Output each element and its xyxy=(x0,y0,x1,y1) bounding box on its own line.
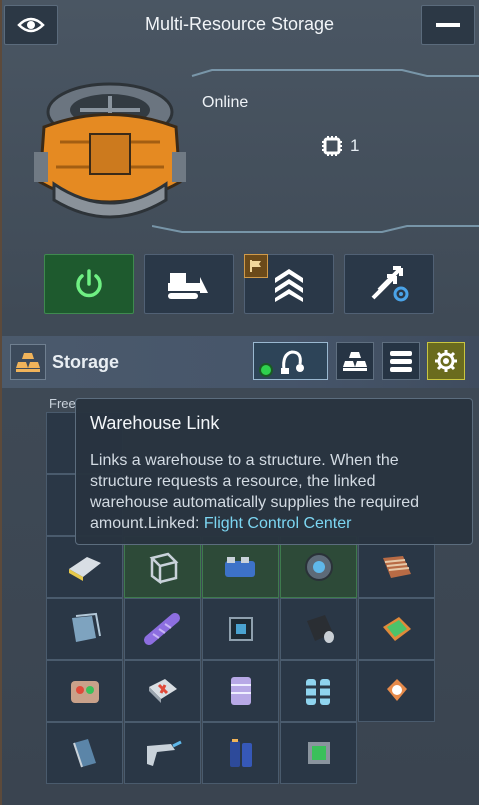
resource-slot[interactable] xyxy=(124,536,201,598)
resource-slot[interactable] xyxy=(358,536,435,598)
storage-label: Storage xyxy=(52,352,120,372)
link-active-indicator xyxy=(261,365,271,375)
free-slots-label: Free xyxy=(49,396,76,411)
flag-icon xyxy=(250,260,261,272)
upgrade-button[interactable] xyxy=(244,254,334,314)
decorative-frame-lines xyxy=(152,69,479,233)
storage-settings-button[interactable] xyxy=(427,342,465,380)
upgrade-flag-badge xyxy=(244,254,268,278)
chip-icon xyxy=(322,136,342,156)
frame-cube-icon xyxy=(149,552,178,584)
resource-slot[interactable] xyxy=(46,722,123,784)
resource-slot[interactable] xyxy=(202,536,279,598)
transfer-gear-icon xyxy=(371,266,409,302)
resource-slot[interactable] xyxy=(280,660,357,722)
resource-slot[interactable] xyxy=(124,722,201,784)
crystal-container-icon xyxy=(230,677,251,705)
welding-tool-icon xyxy=(146,740,182,766)
tooltip-linked-prefix: Linked: xyxy=(147,515,204,532)
list-icon xyxy=(390,351,412,372)
power-icon xyxy=(76,269,102,298)
resource-slot[interactable] xyxy=(46,598,123,660)
structure-hero: Online 1 xyxy=(2,48,479,238)
resource-slot[interactable] xyxy=(280,536,357,598)
coolant-tanks-icon xyxy=(305,679,330,705)
deconstruct-button[interactable] xyxy=(144,254,234,314)
stack-icon xyxy=(343,352,367,371)
resource-slot[interactable] xyxy=(124,660,201,722)
scroll-schematic-icon xyxy=(72,739,96,768)
resource-slot[interactable] xyxy=(280,598,357,660)
structure-status: Online xyxy=(202,94,249,111)
resource-slot[interactable] xyxy=(202,598,279,660)
chip-counter: 1 xyxy=(320,134,359,158)
alloy-plates-icon xyxy=(68,557,101,581)
window-header: Multi-Resource Storage xyxy=(2,0,479,48)
rank-chevron-icon xyxy=(275,269,303,302)
transfer-settings-button[interactable] xyxy=(344,254,434,314)
gear-icon xyxy=(435,350,457,372)
warehouse-link-button[interactable] xyxy=(253,342,328,380)
storage-panel: Multi-Resource Storage Online 1 Storage … xyxy=(0,0,479,805)
window-title: Multi-Resource Storage xyxy=(144,14,335,34)
bulldozer-icon xyxy=(168,273,208,299)
control-unit-icon xyxy=(70,681,99,703)
rations-icon xyxy=(382,556,411,578)
tooltip-title: Warehouse Link xyxy=(90,413,220,433)
glass-panels-icon xyxy=(71,612,101,642)
storage-category-icon xyxy=(10,344,46,380)
resource-slot[interactable] xyxy=(358,660,435,722)
eye-icon xyxy=(17,17,45,33)
resource-slot[interactable] xyxy=(124,598,201,660)
resource-slot[interactable] xyxy=(46,660,123,722)
bio-container-icon xyxy=(307,742,330,764)
warehouse-link-tooltip: Warehouse Link Links a warehouse to a st… xyxy=(75,398,473,545)
stack-view-button[interactable] xyxy=(336,342,374,380)
chip-count: 1 xyxy=(350,136,360,155)
power-button[interactable] xyxy=(44,254,134,314)
visibility-toggle-button[interactable] xyxy=(4,5,58,45)
circuit-board-icon xyxy=(228,617,253,641)
resource-slot[interactable] xyxy=(280,722,357,784)
warehouse-link-icon xyxy=(280,350,304,374)
power-core-icon xyxy=(304,553,333,581)
resource-slot[interactable] xyxy=(358,598,435,660)
minimize-icon xyxy=(436,23,460,27)
minimize-button[interactable] xyxy=(421,5,475,45)
battery-pack-icon xyxy=(224,557,255,577)
action-bar xyxy=(44,254,434,314)
medical-kit-icon xyxy=(148,679,177,703)
fuel-cell-icon xyxy=(386,679,407,701)
tooltip-linked-structure[interactable]: Flight Control Center xyxy=(204,515,352,532)
list-view-button[interactable] xyxy=(382,342,420,380)
coil-icon xyxy=(143,613,180,645)
batteries-icon xyxy=(229,739,252,767)
tooltip-body: Links a warehouse to a structure. When t… xyxy=(90,450,458,534)
resource-slot[interactable] xyxy=(202,722,279,784)
storage-toolbar: Storage xyxy=(2,336,479,388)
resource-slot[interactable] xyxy=(46,536,123,598)
canister-icon xyxy=(306,615,334,643)
solar-panel-icon xyxy=(382,617,411,641)
gold-bars-icon xyxy=(16,353,40,372)
resource-slot[interactable] xyxy=(202,660,279,722)
